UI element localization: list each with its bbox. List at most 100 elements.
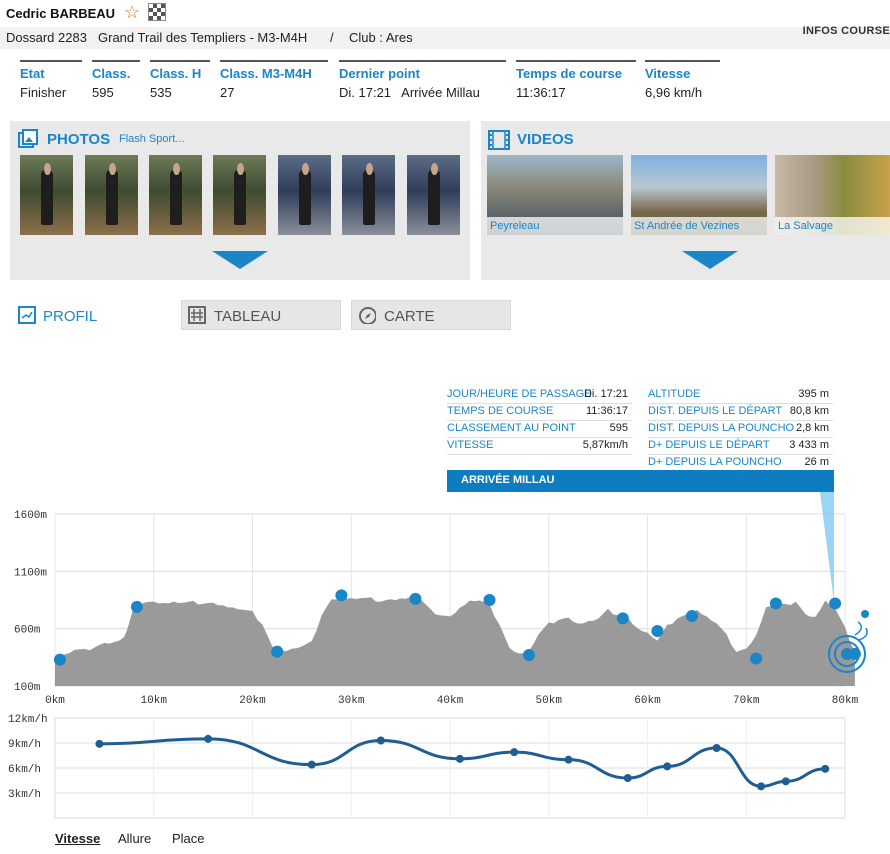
speed-point <box>623 774 632 782</box>
speed-point <box>757 782 766 791</box>
stat-vitesse: Vitesse 6,96 km/h <box>645 60 720 100</box>
y-tick-label: 6km/h <box>8 764 41 776</box>
checkpoint-marker <box>651 624 664 637</box>
x-tick-label: 30km <box>338 695 365 707</box>
photo-thumbnail[interactable] <box>278 155 331 235</box>
y-tick-label: 12km/h <box>8 714 48 726</box>
speed-point <box>712 744 721 752</box>
checkpoint-marker <box>685 610 698 623</box>
speed-point <box>510 748 519 757</box>
speed-point <box>307 760 316 769</box>
checkpoint-marker <box>409 592 422 605</box>
videos-expand-icon[interactable] <box>682 251 738 269</box>
checkpoint-marker <box>130 600 143 613</box>
stat-class-category: Class. M3-M4H 27 <box>220 60 328 100</box>
speed-point <box>455 754 464 763</box>
profile-icon <box>18 306 36 324</box>
dossard-number: Dossard 2283 <box>6 30 87 45</box>
x-tick-label: 20km <box>239 695 266 707</box>
info-row: DIST. DEPUIS LA POUNCHO 2,8 km <box>648 420 833 438</box>
info-row: VITESSE 5,87km/h <box>447 437 632 455</box>
checkpoint-marker <box>769 597 782 610</box>
video-thumbnail-st-andree[interactable]: St Andrée de Vezines <box>631 155 767 235</box>
stat-class: Class. 595 <box>92 60 140 100</box>
tab-carte[interactable]: CARTE <box>351 300 511 330</box>
tab-tableau-label: TABLEAU <box>214 308 282 325</box>
videos-panel: VIDEOS Peyreleau St Andrée de Vezines La… <box>481 121 890 280</box>
grid-icon <box>188 306 206 324</box>
info-row: JOUR/HEURE DE PASSAGE Di. 17:21 <box>447 386 632 404</box>
favorite-star-icon[interactable]: ☆ <box>124 2 140 23</box>
tab-tableau[interactable]: TABLEAU <box>181 300 341 330</box>
y-tick-label: 3km/h <box>8 789 41 801</box>
infos-course-link[interactable]: INFOS COURSE <box>803 25 890 37</box>
tab-profil[interactable]: PROFIL <box>12 300 132 330</box>
photo-thumbnail[interactable] <box>20 155 73 235</box>
speed-tab-allure[interactable]: Allure <box>118 831 151 846</box>
info-row: TEMPS DE COURSE 11:36:17 <box>447 403 632 421</box>
photo-thumbnail[interactable] <box>213 155 266 235</box>
photo-thumbnail[interactable] <box>342 155 395 235</box>
photo-thumbnail[interactable] <box>407 155 460 235</box>
info-row: DIST. DEPUIS LE DÉPART 80,8 km <box>648 403 833 421</box>
checkpoint-marker <box>53 653 66 666</box>
y-tick-label: 1600m <box>14 510 47 522</box>
checkpoint-marker <box>616 612 629 625</box>
elevation-profile-chart[interactable]: 1600m 1100m 600m 100m 0km 10km 20km 30km 40km 50… <box>0 490 890 712</box>
x-tick-label: 10km <box>141 695 168 707</box>
photo-thumbnail[interactable] <box>85 155 138 235</box>
checkered-flag-icon <box>148 3 166 21</box>
x-tick-label: 40km <box>437 695 464 707</box>
y-tick-label: 1100m <box>14 567 47 579</box>
separator: / <box>330 30 334 45</box>
speed-line-chart[interactable]: 12km/h 9km/h 6km/h 3km/h <box>0 712 890 824</box>
video-thumbnail-la-salvage[interactable]: La Salvage <box>775 155 890 235</box>
speed-point <box>821 764 830 773</box>
photos-provider-link[interactable]: Flash Sport... <box>119 133 184 145</box>
x-tick-label: 50km <box>536 695 563 707</box>
selected-point-name: ARRIVÉE MILLAU <box>447 470 834 492</box>
speed-point <box>376 736 385 745</box>
compass-icon <box>359 307 376 324</box>
checkpoint-marker <box>483 594 496 606</box>
y-tick-label: 100m <box>14 682 41 694</box>
checkpoint-marker <box>829 597 842 610</box>
athlete-name: Cedric BARBEAU <box>6 6 116 21</box>
film-icon <box>488 130 510 150</box>
info-row: ALTITUDE 395 m <box>648 386 833 404</box>
info-row: CLASSEMENT AU POINT 595 <box>447 420 632 438</box>
y-tick-label: 600m <box>14 625 41 637</box>
club-name: Club : Ares <box>349 30 413 45</box>
speed-tab-vitesse[interactable]: Vitesse <box>55 831 100 846</box>
callout-pointer <box>820 492 834 602</box>
photo-thumbnail[interactable] <box>149 155 202 235</box>
x-tick-label: 70km <box>733 695 760 707</box>
speed-point <box>204 734 213 743</box>
info-row: D+ DEPUIS LE DÉPART 3 433 m <box>648 437 833 455</box>
stat-dernier-point: Dernier point Di. 17:21 Arrivée Millau <box>339 60 506 100</box>
x-tick-label: 0km <box>45 695 65 707</box>
checkpoint-marker <box>750 652 763 665</box>
photos-expand-icon[interactable] <box>212 251 268 269</box>
tab-carte-label: CARTE <box>384 308 435 325</box>
videos-title: VIDEOS <box>517 131 574 148</box>
stat-temps-course: Temps de course 11:36:17 <box>516 60 636 100</box>
video-thumbnail-peyreleau[interactable]: Peyreleau <box>487 155 623 235</box>
photos-title: PHOTOS <box>47 131 111 148</box>
checkpoint-marker <box>271 645 284 658</box>
x-tick-label: 80km <box>832 695 859 707</box>
checkpoint-marker <box>335 589 348 602</box>
speed-point <box>781 777 790 786</box>
x-tick-label: 60km <box>634 695 661 707</box>
speed-tab-place[interactable]: Place <box>172 831 205 846</box>
race-name: Grand Trail des Templiers - M3-M4H <box>98 30 308 45</box>
photos-panel: PHOTOS Flash Sport... <box>10 121 470 280</box>
stat-class-h: Class. H 535 <box>150 60 210 100</box>
tab-profil-label: PROFIL <box>43 308 98 325</box>
stat-etat: Etat Finisher <box>20 60 82 100</box>
speed-point <box>95 739 104 748</box>
race-info-bar: Dossard 2283 Grand Trail des Templiers -… <box>0 27 890 49</box>
speed-point <box>663 762 672 771</box>
y-tick-label: 9km/h <box>8 739 41 751</box>
elevation-area <box>55 597 855 686</box>
